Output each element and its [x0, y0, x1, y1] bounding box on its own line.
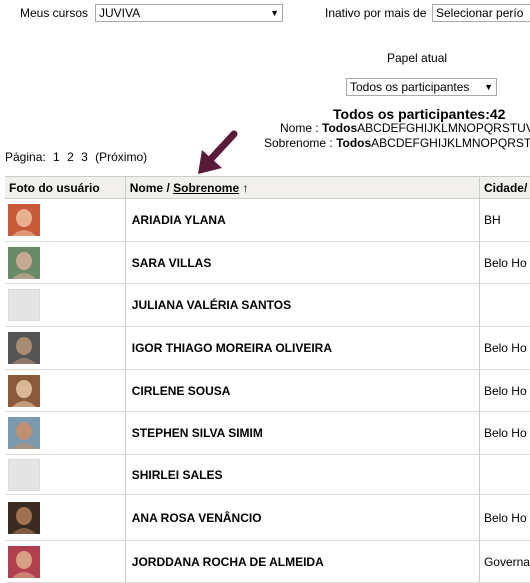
name-column-prefix[interactable]: Nome /: [130, 181, 170, 195]
participant-city: Governa: [478, 540, 530, 583]
participant-name-link[interactable]: ARIADIA YLANA: [124, 198, 480, 242]
participant-city: Belo Ho: [478, 411, 530, 455]
participant-name-link[interactable]: SHIRLEI SALES: [124, 454, 480, 495]
participant-city: Belo Ho: [478, 494, 530, 541]
participant-city: Belo Ho: [478, 369, 530, 412]
inactive-label: Inativo por mais de: [325, 6, 427, 20]
table-row: IGOR THIAGO MOREIRA OLIVEIRA Belo Ho: [5, 326, 530, 370]
name-column-header: Nome / Sobrenome ↑: [124, 176, 480, 199]
participant-city: Belo Ho: [478, 326, 530, 370]
participant-city: Belo Ho: [478, 241, 530, 284]
firstname-filter-letters[interactable]: ABCDEFGHIJKLMNOPQRSTUV: [357, 121, 530, 135]
avatar[interactable]: [8, 204, 40, 236]
courses-label: Meus cursos: [20, 6, 89, 20]
default-avatar-icon[interactable]: [8, 458, 40, 491]
participants-table: Foto do usuário Nome / Sobrenome ↑ Cidad…: [5, 176, 530, 583]
inactive-select-value: Selecionar perío: [436, 6, 524, 20]
avatar-cell: [5, 283, 126, 327]
lastname-filter-all[interactable]: Todos: [336, 136, 371, 150]
table-row: SARA VILLAS Belo Ho: [5, 241, 530, 284]
avatar[interactable]: [8, 545, 40, 578]
page-link-2[interactable]: 2: [67, 150, 74, 164]
firstname-filter-all[interactable]: Todos: [322, 121, 357, 135]
participant-name-link[interactable]: SARA VILLAS: [124, 241, 480, 284]
lastname-filter-label: Sobrenome :: [264, 136, 333, 150]
default-avatar-icon[interactable]: [8, 289, 40, 321]
page-link-1[interactable]: 1: [53, 150, 60, 164]
next-page-link[interactable]: (Próximo): [95, 150, 147, 164]
avatar-cell: [5, 540, 126, 583]
role-label: Papel atual: [387, 51, 448, 65]
avatar-cell: [5, 198, 126, 242]
firstname-filter-label: Nome :: [280, 121, 319, 135]
participant-name-link[interactable]: ANA ROSA VENÂNCIO: [124, 494, 480, 541]
sort-lastname-link[interactable]: Sobrenome: [173, 181, 239, 195]
table-row: ANA ROSA VENÂNCIO Belo Ho: [5, 494, 530, 541]
participant-city: BH: [478, 198, 530, 242]
role-select[interactable]: Todos os participantes ▼: [346, 78, 497, 96]
inactive-select[interactable]: Selecionar perío: [432, 4, 530, 22]
course-select[interactable]: JUVIVA ▼: [95, 4, 283, 22]
avatar-cell: [5, 369, 126, 412]
city-column-header[interactable]: Cidade/: [478, 176, 530, 199]
table-row: STEPHEN SILVA SIMIM Belo Ho: [5, 411, 530, 455]
participant-name-link[interactable]: JORDDANA ROCHA DE ALMEIDA: [124, 540, 480, 583]
avatar-cell: [5, 326, 126, 370]
page-link-3[interactable]: 3: [81, 150, 88, 164]
table-row: ARIADIA YLANA BH: [5, 198, 530, 242]
annotation-arrow-icon: [198, 130, 238, 174]
table-header-row: Foto do usuário Nome / Sobrenome ↑ Cidad…: [5, 176, 530, 199]
table-row: SHIRLEI SALES: [5, 454, 530, 495]
table-row: JORDDANA ROCHA DE ALMEIDA Governa: [5, 540, 530, 583]
avatar[interactable]: [8, 417, 40, 449]
participant-city: [478, 454, 530, 495]
avatar[interactable]: [8, 501, 40, 534]
avatar[interactable]: [8, 332, 40, 364]
avatar-cell: [5, 494, 126, 541]
avatar[interactable]: [8, 374, 40, 407]
chevron-down-icon: ▼: [270, 8, 279, 18]
lastname-filter-letters[interactable]: ABCDEFGHIJKLMNOPQRST: [371, 136, 530, 150]
course-select-value: JUVIVA: [99, 6, 141, 20]
table-row: JULIANA VALÉRIA SANTOS: [5, 283, 530, 327]
participant-name-link[interactable]: IGOR THIAGO MOREIRA OLIVEIRA: [124, 326, 480, 370]
avatar-cell: [5, 454, 126, 495]
photo-column-header: Foto do usuário: [5, 176, 126, 199]
avatar[interactable]: [8, 246, 40, 279]
participants-title: Todos os participantes:42: [333, 106, 506, 122]
participant-name-link[interactable]: JULIANA VALÉRIA SANTOS: [124, 283, 480, 327]
participant-city: [478, 283, 530, 327]
role-select-value: Todos os participantes: [350, 80, 470, 94]
avatar-cell: [5, 411, 126, 455]
chevron-down-icon: ▼: [484, 82, 493, 92]
pagination-label: Página:: [5, 150, 46, 164]
pagination: Página: 1 2 3 (Próximo): [5, 150, 147, 164]
avatar-cell: [5, 241, 126, 284]
table-row: CIRLENE SOUSA Belo Ho: [5, 369, 530, 412]
participant-name-link[interactable]: CIRLENE SOUSA: [124, 369, 480, 412]
firstname-filter: Nome : TodosABCDEFGHIJKLMNOPQRSTUV: [280, 121, 530, 135]
lastname-filter: Sobrenome : TodosABCDEFGHIJKLMNOPQRST: [264, 136, 530, 150]
participant-name-link[interactable]: STEPHEN SILVA SIMIM: [124, 411, 480, 455]
sort-ascending-icon: ↑: [242, 180, 249, 195]
